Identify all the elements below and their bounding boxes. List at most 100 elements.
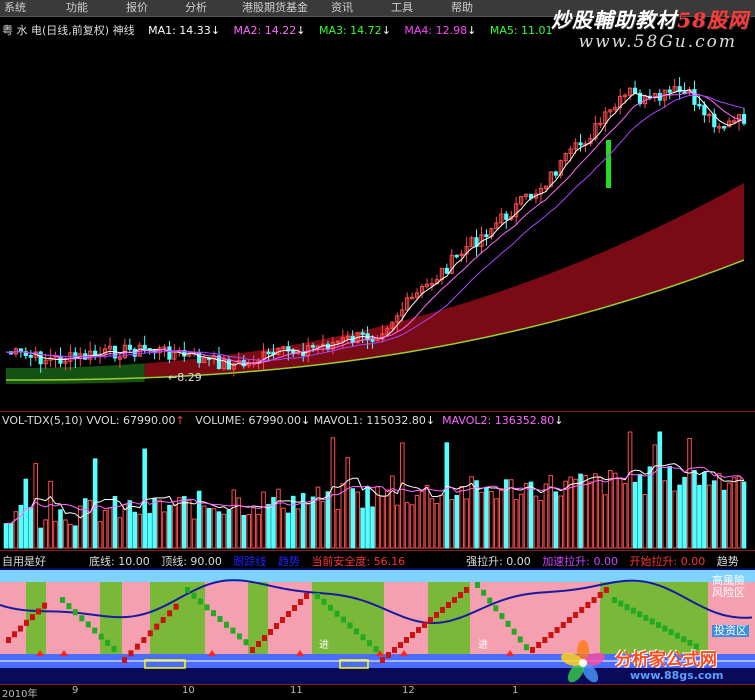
stair-step bbox=[298, 599, 303, 605]
signal-enter-label: 进 bbox=[478, 640, 488, 651]
volume-bar bbox=[370, 506, 375, 549]
stair-step bbox=[446, 602, 451, 608]
ma1-value: MA1: 14.33 bbox=[148, 24, 211, 37]
x-tick: 10 bbox=[182, 685, 195, 696]
volume-bar bbox=[157, 499, 162, 549]
volume-bar bbox=[18, 504, 24, 549]
stair-step bbox=[18, 625, 23, 632]
volume-bar bbox=[682, 476, 687, 549]
stair-step bbox=[230, 627, 236, 634]
low-price-label: ←8.29 bbox=[168, 371, 202, 384]
volume-bar bbox=[305, 503, 311, 549]
stair-step bbox=[428, 617, 433, 623]
bottom-line-value: 底线: 10.00 bbox=[89, 555, 150, 568]
volume-bar bbox=[627, 431, 633, 549]
volume-bar bbox=[365, 487, 370, 549]
volume-bar bbox=[87, 499, 93, 549]
volume-bar bbox=[533, 495, 539, 549]
volume-bar bbox=[692, 469, 697, 549]
volume-bar bbox=[23, 478, 29, 549]
volume-bar bbox=[266, 503, 271, 549]
stair-step bbox=[217, 616, 223, 622]
volume-bar bbox=[350, 488, 356, 549]
volume-bar bbox=[414, 495, 420, 549]
candle-down bbox=[692, 89, 697, 105]
volume-bar bbox=[380, 495, 385, 549]
stair-step bbox=[481, 589, 487, 596]
volume-bar bbox=[499, 488, 504, 549]
volume-bar bbox=[261, 491, 266, 549]
volume-bar bbox=[191, 518, 197, 549]
arrow-down-icon: ↓ bbox=[425, 414, 436, 427]
volume-bar bbox=[325, 491, 331, 549]
indicator-name: 神线 bbox=[112, 24, 135, 37]
volume-bar bbox=[167, 504, 172, 549]
stair-step bbox=[637, 611, 643, 618]
stair-step bbox=[79, 615, 85, 622]
volume-bar bbox=[112, 496, 118, 549]
zone-column bbox=[122, 582, 150, 654]
volume-bar bbox=[419, 491, 425, 549]
stair-step bbox=[360, 634, 366, 641]
stair-step bbox=[511, 628, 517, 635]
volume-bar bbox=[513, 499, 519, 549]
volume-bar bbox=[464, 498, 469, 549]
stair-step bbox=[548, 632, 554, 638]
zone-column bbox=[205, 582, 248, 654]
arrow-down-icon: ↓ bbox=[210, 24, 221, 37]
stair-step bbox=[191, 592, 197, 599]
volume-bar bbox=[8, 522, 14, 549]
stair-step bbox=[404, 637, 409, 643]
mavol2-value: MAVOL2: 136352.80 bbox=[442, 414, 555, 427]
volume-bar bbox=[256, 513, 261, 549]
stair-step bbox=[386, 652, 391, 658]
ma2-value: MA2: 14.22 bbox=[233, 24, 297, 37]
volume-bar bbox=[211, 508, 217, 549]
stair-step bbox=[30, 614, 35, 621]
start-rise-value: 开始拉升: 0.00 bbox=[629, 555, 706, 568]
volume-bar bbox=[295, 508, 301, 549]
stair-step bbox=[354, 628, 359, 635]
stair-step bbox=[341, 616, 346, 623]
volume-bar bbox=[593, 473, 598, 549]
volume-bar bbox=[394, 504, 400, 549]
volume-bar bbox=[276, 488, 281, 549]
stair-step bbox=[487, 597, 493, 604]
watermark-url: www.58Gu.com bbox=[578, 32, 737, 52]
volume-bar bbox=[399, 442, 405, 549]
stair-step bbox=[493, 605, 499, 612]
stair-step bbox=[204, 604, 210, 611]
stair-step bbox=[649, 618, 655, 625]
stair-step bbox=[292, 605, 297, 611]
candle-down bbox=[741, 114, 747, 124]
stair-step bbox=[656, 622, 661, 628]
stair-step bbox=[367, 640, 372, 647]
stair-step bbox=[434, 612, 439, 618]
ma4-value: MA4: 12.98 bbox=[404, 24, 468, 37]
volume-bar bbox=[657, 431, 663, 549]
volume-indicator-name: VOL-TDX(5,10) bbox=[2, 414, 83, 427]
volume-bar bbox=[528, 481, 534, 549]
volume-bar bbox=[102, 510, 108, 549]
stair-step bbox=[668, 629, 674, 636]
x-tick: 11 bbox=[290, 685, 303, 696]
stair-step bbox=[458, 592, 463, 598]
stair-step bbox=[573, 612, 579, 618]
stair-step bbox=[554, 627, 560, 633]
stair-step bbox=[392, 647, 397, 653]
stair-step bbox=[185, 587, 190, 593]
candle-down bbox=[454, 254, 459, 258]
volume-bar bbox=[38, 527, 43, 549]
volume-bar bbox=[474, 480, 479, 549]
volume-bar bbox=[523, 483, 529, 549]
volume-bar bbox=[3, 523, 9, 549]
stair-step bbox=[662, 625, 668, 632]
volume-bar bbox=[632, 481, 638, 549]
volume-bar bbox=[77, 505, 83, 549]
candle-down bbox=[127, 344, 132, 350]
volume-bar bbox=[622, 483, 628, 549]
chart-canvas bbox=[0, 77, 755, 684]
arrow-down-icon: ↓ bbox=[296, 24, 306, 37]
volume-bar bbox=[543, 483, 549, 549]
stair-step bbox=[72, 609, 78, 616]
